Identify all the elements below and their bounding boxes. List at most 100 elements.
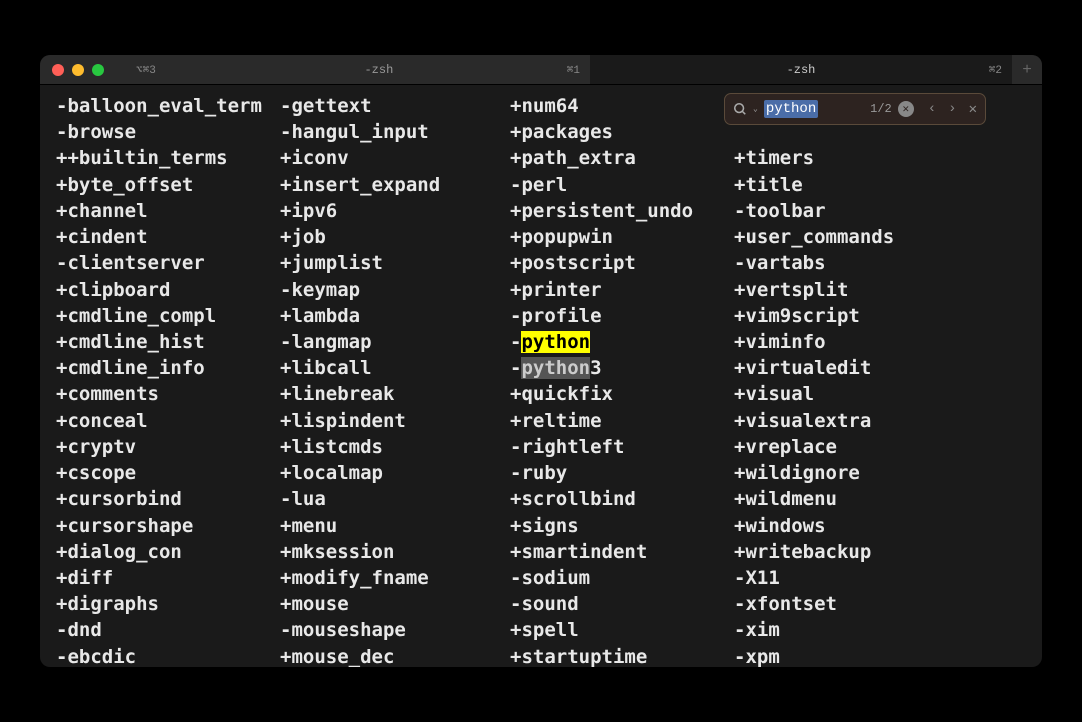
feature-line: +cindent (56, 224, 296, 250)
search-next-button[interactable]: › (948, 101, 956, 118)
terminal-content[interactable]: -balloon_eval_term-browse++builtin_terms… (40, 85, 1042, 667)
feature-line: +job (280, 224, 520, 250)
feature-line: +diff (56, 565, 296, 591)
terminal-window: ⌥⌘3 -zsh ⌘1 -zsh ⌘2 + -balloon_eval_term… (40, 55, 1042, 667)
search-result-count: 1/2 (870, 102, 892, 116)
feature-line: +windows (734, 513, 974, 539)
feature-line: +virtualedit (734, 355, 974, 381)
feature-line: -X11 (734, 565, 974, 591)
feature-line: +menu (280, 513, 520, 539)
feature-line: -langmap (280, 329, 520, 355)
feature-line: -browse (56, 119, 296, 145)
feature-line: +startuptime (510, 644, 750, 667)
maximize-window-button[interactable] (92, 64, 104, 76)
feature-line: ++builtin_terms (56, 145, 296, 171)
clear-search-button[interactable]: ✕ (898, 101, 914, 117)
feature-line: +path_extra (510, 145, 750, 171)
new-tab-button[interactable]: + (1012, 55, 1042, 84)
tab-shortcut: ⌘1 (567, 63, 580, 77)
feature-line: -ruby (510, 460, 750, 486)
feature-line: +mksession (280, 539, 520, 565)
feature-column-2: -gettext-hangul_input+iconv+insert_expan… (280, 93, 520, 667)
feature-line: +cmdline_hist (56, 329, 296, 355)
search-icon (733, 102, 747, 116)
feature-line: +wildignore (734, 460, 974, 486)
feature-line: +byte_offset (56, 172, 296, 198)
feature-line: +visual (734, 381, 974, 407)
feature-line: -python (510, 329, 750, 355)
feature-line: +channel (56, 198, 296, 224)
feature-line: -mouseshape (280, 617, 520, 643)
feature-line: -xpm (734, 644, 974, 667)
feature-line: +spell (510, 617, 750, 643)
feature-line: +viminfo (734, 329, 974, 355)
feature-line: +cscope (56, 460, 296, 486)
feature-line: +visualextra (734, 408, 974, 434)
feature-line: +num64 (510, 93, 750, 119)
feature-line: +vim9script (734, 303, 974, 329)
tab-1[interactable]: -zsh ⌘1 (168, 55, 590, 84)
feature-line: +scrollbind (510, 486, 750, 512)
feature-line: -rightleft (510, 434, 750, 460)
feature-line: +writebackup (734, 539, 974, 565)
feature-line: -dnd (56, 617, 296, 643)
feature-line: -hangul_input (280, 119, 520, 145)
feature-line: +digraphs (56, 591, 296, 617)
search-bar: ⌄ python 1/2 ✕ ‹ › ✕ (724, 93, 986, 125)
feature-line: +persistent_undo (510, 198, 750, 224)
tab-2[interactable]: -zsh ⌘2 (590, 55, 1012, 84)
feature-line: +cmdline_compl (56, 303, 296, 329)
feature-line: +linebreak (280, 381, 520, 407)
feature-line: -gettext (280, 93, 520, 119)
feature-line: -perl (510, 172, 750, 198)
feature-line: +mouse (280, 591, 520, 617)
tab-shortcut-indicator: ⌥⌘3 (130, 55, 168, 84)
feature-line: +postscript (510, 250, 750, 276)
feature-line: -vartabs (734, 250, 974, 276)
search-prev-button[interactable]: ‹ (928, 101, 936, 118)
feature-line: +vreplace (734, 434, 974, 460)
search-nav: ‹ › ✕ (928, 101, 977, 118)
feature-line: +printer (510, 277, 750, 303)
feature-line: -profile (510, 303, 750, 329)
feature-line: +wildmenu (734, 486, 974, 512)
feature-line: +conceal (56, 408, 296, 434)
feature-line: +reltime (510, 408, 750, 434)
search-options-chevron-icon[interactable]: ⌄ (753, 104, 758, 114)
feature-line: +libcall (280, 355, 520, 381)
feature-line: +modify_fname (280, 565, 520, 591)
feature-column-4: +timers+title-toolbar+user_commands-vart… (734, 93, 974, 667)
titlebar: ⌥⌘3 -zsh ⌘1 -zsh ⌘2 + (40, 55, 1042, 85)
close-window-button[interactable] (52, 64, 64, 76)
feature-column-3: +num64+packages+path_extra-perl+persiste… (510, 93, 750, 667)
feature-line: +jumplist (280, 250, 520, 276)
feature-line: +cryptv (56, 434, 296, 460)
feature-line: +mouse_dec (280, 644, 520, 667)
feature-line: +timers (734, 145, 974, 171)
feature-line: +insert_expand (280, 172, 520, 198)
search-close-button[interactable]: ✕ (969, 101, 977, 118)
feature-line: +dialog_con (56, 539, 296, 565)
feature-line: +iconv (280, 145, 520, 171)
feature-line: +localmap (280, 460, 520, 486)
tab-label: -zsh (590, 63, 1012, 77)
minimize-window-button[interactable] (72, 64, 84, 76)
feature-line: +cmdline_info (56, 355, 296, 381)
tab-label: -zsh (168, 63, 590, 77)
feature-line: +signs (510, 513, 750, 539)
feature-line: +title (734, 172, 974, 198)
search-query-text[interactable]: python (764, 100, 818, 118)
feature-line: -clientserver (56, 250, 296, 276)
feature-line: +packages (510, 119, 750, 145)
feature-line: +comments (56, 381, 296, 407)
feature-line: -sodium (510, 565, 750, 591)
feature-line: +user_commands (734, 224, 974, 250)
feature-line: -ebcdic (56, 644, 296, 667)
feature-line: +clipboard (56, 277, 296, 303)
feature-line: -python3 (510, 355, 750, 381)
feature-line: +popupwin (510, 224, 750, 250)
tab-shortcut: ⌘2 (989, 63, 1002, 77)
traffic-lights (40, 64, 104, 76)
feature-line: +vertsplit (734, 277, 974, 303)
feature-line: +lispindent (280, 408, 520, 434)
